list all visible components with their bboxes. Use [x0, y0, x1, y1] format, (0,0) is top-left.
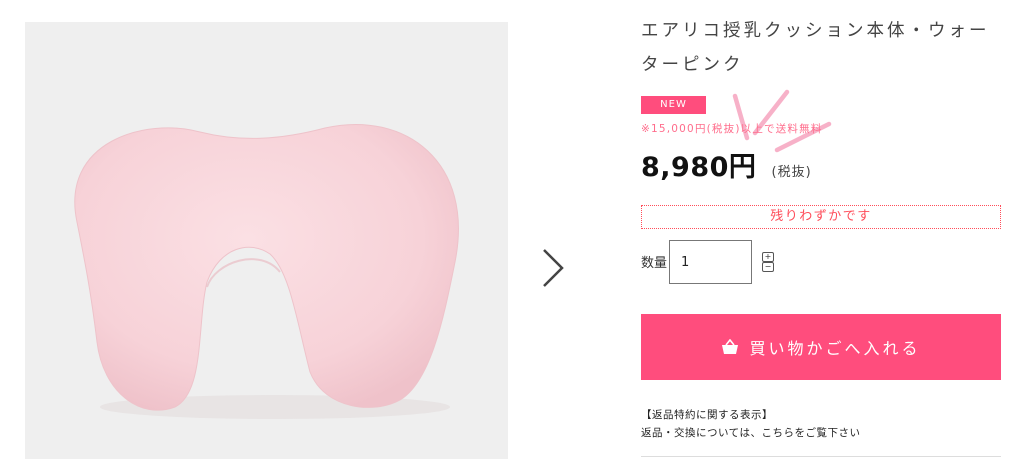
new-badge: NEW [641, 96, 706, 114]
quantity-decrease-icon[interactable]: − [762, 262, 774, 272]
divider [641, 456, 1001, 457]
product-price: 8,980円 [641, 152, 757, 183]
stock-status: 残りわずかです [641, 205, 1001, 229]
add-to-cart-button[interactable]: 買い物かごへ入れる [641, 314, 1001, 380]
free-shipping-note: ※15,000円(税抜)以上で送料無料 [641, 123, 823, 135]
product-image-gallery [25, 22, 508, 459]
return-policy-link[interactable]: 返品・交換については、こちらをご覧下さい [641, 425, 860, 440]
basket-icon [722, 339, 739, 354]
quantity-increase-icon[interactable]: + [762, 252, 774, 262]
price-row: 8,980円 (税抜) [641, 145, 812, 184]
quantity-label: 数量 [641, 256, 668, 271]
return-policy-title: 【返品特約に関する表示】 [641, 409, 773, 421]
nursing-pillow-image [74, 124, 459, 419]
tax-note: (税抜) [771, 165, 812, 180]
quantity-stepper[interactable]: + − [762, 252, 774, 272]
product-title: エアリコ授乳クッション本体・ウォーターピンク [641, 21, 990, 75]
next-image-arrow-icon[interactable] [536, 246, 570, 290]
quantity-input[interactable] [669, 240, 752, 284]
add-to-cart-label: 買い物かごへ入れる [749, 339, 921, 358]
